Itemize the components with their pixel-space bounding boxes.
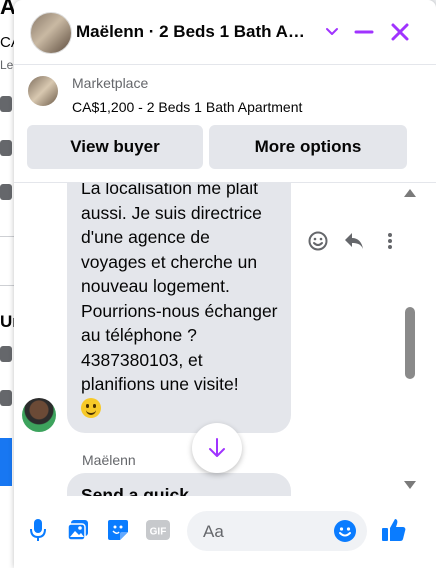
building-icon	[0, 390, 12, 406]
message-input[interactable]	[201, 511, 325, 553]
scroll-to-bottom-button[interactable]	[192, 423, 242, 473]
view-buyer-button[interactable]: View buyer	[27, 125, 203, 169]
message-text: Send a quick	[81, 485, 189, 496]
gif-label: GIF	[150, 527, 167, 538]
message-actions	[304, 227, 404, 255]
photo-icon[interactable]	[64, 516, 92, 544]
smiling-emoji-icon	[81, 397, 101, 418]
listing-avatar[interactable]	[30, 12, 72, 54]
chat-title[interactable]: Maëlenn · 2 Beds 1 Bath A…	[76, 22, 316, 42]
gif-icon[interactable]: GIF	[144, 516, 172, 544]
chat-window: Maëlenn · 2 Beds 1 Bath A… Marketplace C…	[14, 0, 436, 568]
listing-thumbnail[interactable]	[28, 76, 58, 106]
sender-name: Maëlenn	[82, 452, 136, 468]
scroll-up-arrow-icon[interactable]	[404, 189, 416, 197]
minimize-button[interactable]	[350, 18, 378, 46]
listing-title[interactable]: CA$1,200 - 2 Beds 1 Bath Apartment	[72, 99, 302, 115]
chevron-down-icon[interactable]	[318, 18, 346, 46]
message-input-wrapper[interactable]	[187, 511, 367, 553]
marketplace-listing: Marketplace CA$1,200 - 2 Beds 1 Bath Apa…	[14, 64, 436, 183]
chat-header[interactable]: Maëlenn · 2 Beds 1 Bath A…	[14, 0, 436, 65]
thumbs-up-icon[interactable]	[380, 516, 408, 544]
phone-icon	[0, 184, 12, 200]
location-icon	[0, 96, 12, 112]
scrollbar[interactable]	[400, 183, 420, 496]
react-icon[interactable]	[304, 227, 332, 255]
reply-icon[interactable]	[340, 227, 368, 255]
scroll-down-arrow-icon[interactable]	[404, 481, 416, 489]
people-icon	[0, 140, 12, 156]
incoming-message[interactable]: Send a quick	[67, 473, 291, 496]
scrollbar-thumb[interactable]	[405, 307, 415, 379]
sender-avatar[interactable]	[22, 398, 56, 432]
building-icon	[0, 346, 12, 362]
more-options-button[interactable]: More options	[209, 125, 407, 169]
message-composer: GIF	[14, 496, 436, 568]
close-button[interactable]	[386, 18, 414, 46]
message-text: La localisation me plait aussi. Je suis …	[81, 183, 278, 394]
background-button[interactable]	[0, 438, 12, 486]
sticker-icon[interactable]	[104, 516, 132, 544]
microphone-icon[interactable]	[24, 516, 52, 544]
emoji-icon[interactable]	[331, 517, 359, 545]
incoming-message[interactable]: La localisation me plait aussi. Je suis …	[67, 183, 291, 433]
marketplace-label: Marketplace	[72, 75, 149, 91]
background-text: Le	[0, 58, 14, 72]
message-thread[interactable]: La localisation me plait aussi. Je suis …	[14, 183, 436, 496]
